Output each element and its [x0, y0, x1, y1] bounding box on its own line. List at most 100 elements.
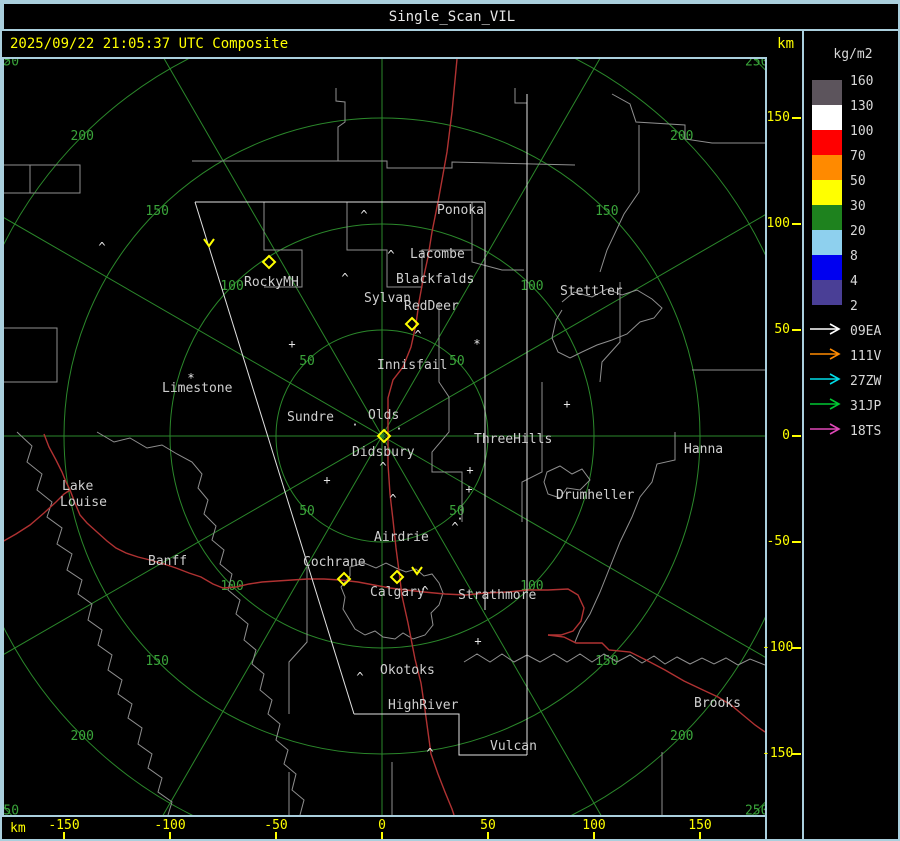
ring-label-250: 250 — [2, 804, 19, 817]
city-label-airdrie: Airdrie — [374, 530, 429, 545]
city-label-stettler: Stettler — [560, 284, 623, 299]
boundary-line — [551, 288, 663, 359]
track-legend-item-09EA[interactable]: 09EA — [808, 321, 898, 341]
legend-panel: kg/m2 160 130 100 70 50 30 20 8 4 2 09EA 111V 27ZW 3… — [804, 33, 898, 839]
storm-cell-diamond-icon — [261, 254, 277, 270]
scale-swatch-30 — [812, 205, 842, 230]
point-marker: ^ — [360, 208, 367, 222]
point-marker: + — [288, 337, 295, 351]
boundary-line — [288, 752, 663, 815]
radar-map-canvas[interactable]: 50 5050 50100 100100 100150 150150 150200 20020… — [2, 2, 767, 817]
bottom-axis-tick — [63, 832, 65, 839]
boundary-line — [96, 431, 305, 815]
city-label-hanna: Hanna — [684, 442, 723, 457]
scale-label-4: 4 — [850, 274, 858, 289]
city-label-sundre: Sundre — [287, 410, 334, 425]
track-legend-item-31JP[interactable]: 31JP — [808, 396, 898, 416]
track-arrow-icon — [810, 373, 841, 385]
ring-label-200: 200 — [670, 729, 693, 744]
scale-label-130: 130 — [850, 99, 874, 114]
point-marker: + — [465, 482, 472, 496]
track-id-label: 27ZW — [850, 374, 882, 389]
ring-label-100: 100 — [520, 279, 543, 294]
boundary-line — [335, 88, 346, 161]
track-id-label: 09EA — [850, 324, 882, 339]
track-arrow-icon — [810, 323, 841, 335]
point-marker: ^ — [98, 240, 105, 254]
scale-label-160: 160 — [850, 74, 874, 89]
city-label-innisfail: Innisfail — [377, 358, 447, 373]
boundary-line — [340, 562, 444, 640]
right-axis-label--100: -100 — [762, 640, 794, 655]
storm-cell-diamond-icon — [389, 569, 405, 585]
right-axis-tick — [792, 223, 801, 225]
ring-label-200: 200 — [70, 129, 93, 144]
ring-label-250: 250 — [745, 54, 767, 69]
track-arrow-icon — [810, 348, 841, 360]
point-marker: ^ — [421, 584, 428, 598]
scale-label-100: 100 — [850, 124, 874, 139]
right-axis-label-0: 0 — [782, 428, 790, 443]
track-arrow-icon — [810, 398, 841, 410]
ring-label-250: 250 — [745, 804, 767, 817]
track-legend-item-27ZW[interactable]: 27ZW — [808, 371, 898, 391]
boundary-line — [574, 432, 676, 643]
storm-motion-arrow-icon — [203, 238, 215, 248]
ring-label-200: 200 — [670, 129, 693, 144]
bottom-axis-label-100: 100 — [582, 818, 606, 833]
right-axis-label-50: 50 — [774, 322, 790, 337]
city-label-lacombe: Lacombe — [410, 247, 465, 262]
ring-label-150: 150 — [595, 204, 618, 219]
scale-label-2: 2 — [850, 299, 858, 314]
scale-swatch-130 — [812, 105, 842, 130]
city-label-didsbury: Didsbury — [352, 445, 415, 460]
point-marker: + — [323, 473, 330, 487]
right-axis-tick — [792, 541, 801, 543]
right-axis-tick — [792, 117, 801, 119]
ring-label-150: 150 — [145, 204, 168, 219]
boundary-line — [192, 160, 576, 169]
right-axis-label-150: 150 — [766, 110, 790, 125]
point-marker: ^ — [379, 460, 386, 474]
bottom-axis-tick — [699, 832, 701, 839]
bottom-axis-label--100: -100 — [154, 818, 186, 833]
right-axis-tick — [792, 329, 801, 331]
bottom-axis-label-150: 150 — [688, 818, 712, 833]
point-marker: · — [351, 418, 358, 432]
ring-label-200: 200 — [70, 729, 93, 744]
bottom-axis-label-0: 0 — [378, 818, 386, 833]
city-label-louise: Louise — [60, 495, 107, 510]
city-label-threehills: ThreeHills — [474, 432, 552, 447]
track-legend-item-111V[interactable]: 111V — [808, 346, 898, 366]
scale-swatch-20 — [812, 230, 842, 255]
ring-label-50: 50 — [299, 354, 315, 369]
legend-unit-label: kg/m2 — [833, 47, 873, 62]
radial-line-240 — [4, 435, 383, 655]
ring-label-100: 100 — [220, 279, 243, 294]
city-label-ponoka: Ponoka — [437, 203, 484, 218]
ring-label-50: 50 — [299, 504, 315, 519]
scale-label-30: 30 — [850, 199, 866, 214]
city-label-drumheller: Drumheller — [556, 488, 634, 503]
point-marker: · — [456, 512, 463, 526]
city-label-banff: Banff — [148, 554, 187, 569]
point-marker: ^ — [426, 746, 433, 760]
point-marker: + — [474, 634, 481, 648]
point-marker: * — [187, 371, 194, 385]
point-marker: ^ — [387, 248, 394, 262]
bottom-axis-tick — [275, 832, 277, 839]
point-marker: ^ — [389, 492, 396, 506]
right-axis-tick — [792, 435, 801, 437]
track-legend-item-18TS[interactable]: 18TS — [808, 421, 898, 441]
city-label-okotoks: Okotoks — [380, 663, 435, 678]
city-label-rockymh: RockyMH — [244, 275, 299, 290]
scale-label-8: 8 — [850, 249, 858, 264]
right-axis-tick — [792, 647, 801, 649]
city-label-vulcan: Vulcan — [490, 739, 537, 754]
city-label-cochrane: Cochrane — [303, 555, 366, 570]
scale-swatch-8 — [812, 255, 842, 280]
radar-app-window: Single_Scan_VIL 2025/09/22 21:05:37 UTC … — [0, 0, 900, 841]
point-marker: ^ — [414, 328, 421, 342]
bottom-axis-tick — [169, 832, 171, 839]
track-arrow-icon — [810, 423, 841, 435]
